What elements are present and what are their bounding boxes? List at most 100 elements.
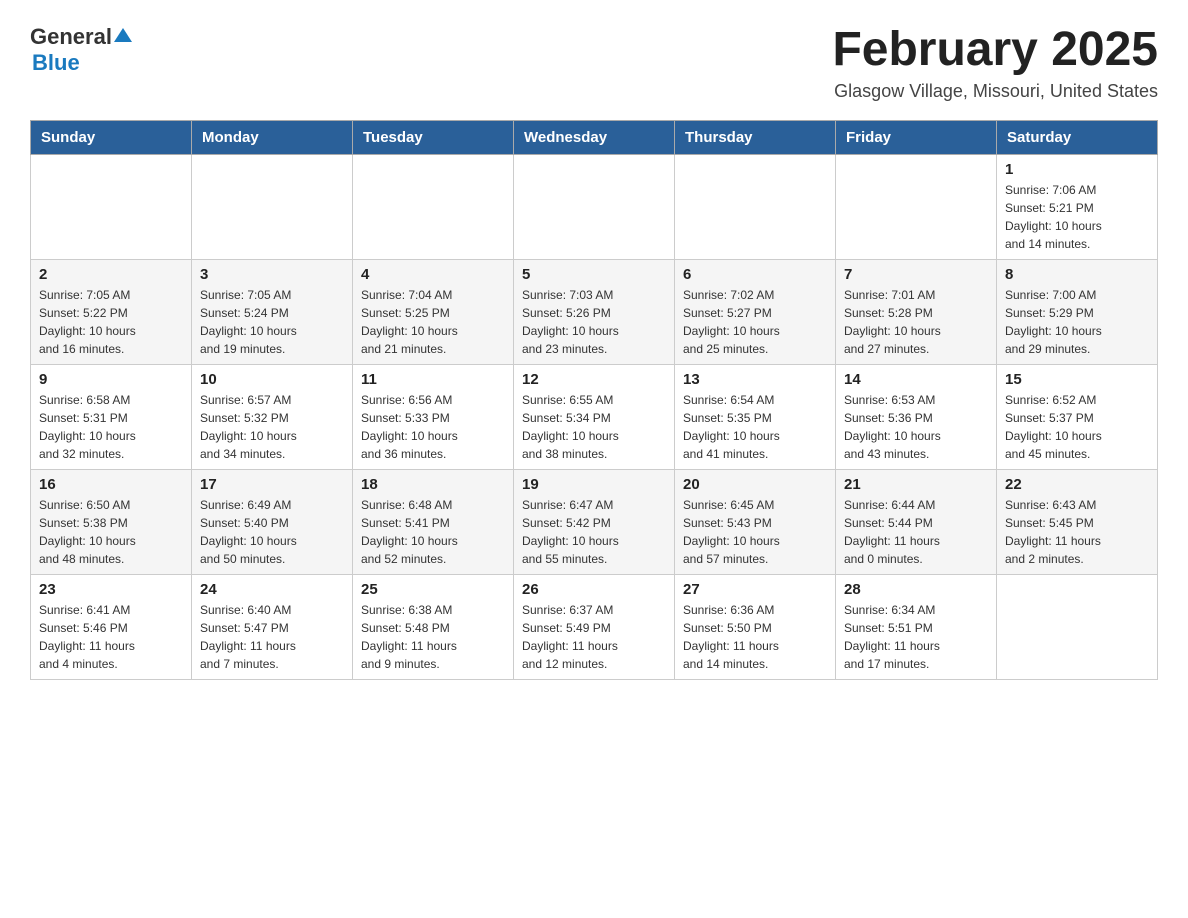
table-row	[192, 154, 353, 259]
day-number: 4	[361, 266, 505, 283]
logo-general-text: General	[30, 24, 112, 50]
day-number: 7	[844, 266, 988, 283]
table-row	[836, 154, 997, 259]
calendar-week-row: 23Sunrise: 6:41 AM Sunset: 5:46 PM Dayli…	[31, 574, 1158, 679]
day-number: 16	[39, 476, 183, 493]
table-row: 7Sunrise: 7:01 AM Sunset: 5:28 PM Daylig…	[836, 259, 997, 364]
table-row: 24 Sunrise: 6:40 AM Sunset: 5:47 PM Dayli…	[192, 574, 353, 679]
day-number: 28	[844, 581, 988, 598]
table-row: 18 Sunrise: 6:48 AM Sunset: 5:41 PM Dayli…	[353, 469, 514, 574]
day-info: Sunrise: 6:54 AM Sunset: 5:35 PM Dayligh…	[683, 391, 827, 463]
day-info: Sunrise: 6:44 AM Sunset: 5:44 PM Dayligh…	[844, 496, 988, 568]
day-info: Sunrise: 6:41 AM Sunset: 5:46 PM Dayligh…	[39, 601, 183, 673]
day-number: 20	[683, 476, 827, 493]
table-row	[353, 154, 514, 259]
table-row	[31, 154, 192, 259]
logo-blue-text: Blue	[32, 50, 80, 76]
table-row: 15 Sunrise: 6:52 AM Sunset: 5:37 PM Dayli…	[997, 364, 1158, 469]
day-number: 11	[361, 371, 505, 388]
table-row: 14Sunrise: 6:53 AM Sunset: 5:36 PM Dayli…	[836, 364, 997, 469]
day-number: 9	[39, 371, 183, 388]
table-row: 11 Sunrise: 6:56 AM Sunset: 5:33 PM Dayli…	[353, 364, 514, 469]
calendar-week-row: 16 Sunrise: 6:50 AM Sunset: 5:38 PM Dayli…	[31, 469, 1158, 574]
day-info: Sunrise: 6:38 AM Sunset: 5:48 PM Dayligh…	[361, 601, 505, 673]
day-number: 24	[200, 581, 344, 598]
day-number: 22	[1005, 476, 1149, 493]
day-info: Sunrise: 7:00 AM Sunset: 5:29 PM Dayligh…	[1005, 286, 1149, 358]
day-number: 8	[1005, 266, 1149, 283]
day-number: 19	[522, 476, 666, 493]
day-info: Sunrise: 7:06 AM Sunset: 5:21 PM Dayligh…	[1005, 181, 1149, 253]
day-info: Sunrise: 6:52 AM Sunset: 5:37 PM Dayligh…	[1005, 391, 1149, 463]
col-monday: Monday	[192, 120, 353, 154]
day-number: 3	[200, 266, 344, 283]
table-row	[997, 574, 1158, 679]
calendar-header-row: Sunday Monday Tuesday Wednesday Thursday…	[31, 120, 1158, 154]
table-row: 5 Sunrise: 7:03 AM Sunset: 5:26 PM Daylig…	[514, 259, 675, 364]
table-row: 8 Sunrise: 7:00 AM Sunset: 5:29 PM Daylig…	[997, 259, 1158, 364]
day-number: 21	[844, 476, 988, 493]
day-info: Sunrise: 6:40 AM Sunset: 5:47 PM Dayligh…	[200, 601, 344, 673]
day-info: Sunrise: 6:53 AM Sunset: 5:36 PM Dayligh…	[844, 391, 988, 463]
calendar-week-row: 9 Sunrise: 6:58 AM Sunset: 5:31 PM Daylig…	[31, 364, 1158, 469]
day-info: Sunrise: 6:43 AM Sunset: 5:45 PM Dayligh…	[1005, 496, 1149, 568]
day-info: Sunrise: 6:56 AM Sunset: 5:33 PM Dayligh…	[361, 391, 505, 463]
day-info: Sunrise: 7:05 AM Sunset: 5:22 PM Dayligh…	[39, 286, 183, 358]
table-row: 10 Sunrise: 6:57 AM Sunset: 5:32 PM Dayli…	[192, 364, 353, 469]
location-title: Glasgow Village, Missouri, United States	[832, 81, 1158, 102]
table-row	[675, 154, 836, 259]
calendar-week-row: 1 Sunrise: 7:06 AM Sunset: 5:21 PM Daylig…	[31, 154, 1158, 259]
day-info: Sunrise: 6:47 AM Sunset: 5:42 PM Dayligh…	[522, 496, 666, 568]
table-row: 26 Sunrise: 6:37 AM Sunset: 5:49 PM Dayli…	[514, 574, 675, 679]
table-row: 20 Sunrise: 6:45 AM Sunset: 5:43 PM Dayli…	[675, 469, 836, 574]
day-info: Sunrise: 7:03 AM Sunset: 5:26 PM Dayligh…	[522, 286, 666, 358]
col-saturday: Saturday	[997, 120, 1158, 154]
table-row: 12Sunrise: 6:55 AM Sunset: 5:34 PM Dayli…	[514, 364, 675, 469]
day-info: Sunrise: 7:05 AM Sunset: 5:24 PM Dayligh…	[200, 286, 344, 358]
day-number: 17	[200, 476, 344, 493]
day-info: Sunrise: 6:57 AM Sunset: 5:32 PM Dayligh…	[200, 391, 344, 463]
table-row: 23Sunrise: 6:41 AM Sunset: 5:46 PM Dayli…	[31, 574, 192, 679]
day-number: 25	[361, 581, 505, 598]
day-number: 18	[361, 476, 505, 493]
table-row: 3 Sunrise: 7:05 AM Sunset: 5:24 PM Daylig…	[192, 259, 353, 364]
day-number: 26	[522, 581, 666, 598]
day-info: Sunrise: 6:45 AM Sunset: 5:43 PM Dayligh…	[683, 496, 827, 568]
month-title: February 2025	[832, 24, 1158, 77]
table-row: 2 Sunrise: 7:05 AM Sunset: 5:22 PM Daylig…	[31, 259, 192, 364]
table-row: 28Sunrise: 6:34 AM Sunset: 5:51 PM Dayli…	[836, 574, 997, 679]
table-row: 17 Sunrise: 6:49 AM Sunset: 5:40 PM Dayli…	[192, 469, 353, 574]
col-tuesday: Tuesday	[353, 120, 514, 154]
day-info: Sunrise: 6:49 AM Sunset: 5:40 PM Dayligh…	[200, 496, 344, 568]
table-row: 16 Sunrise: 6:50 AM Sunset: 5:38 PM Dayli…	[31, 469, 192, 574]
day-number: 5	[522, 266, 666, 283]
col-friday: Friday	[836, 120, 997, 154]
day-info: Sunrise: 6:37 AM Sunset: 5:49 PM Dayligh…	[522, 601, 666, 673]
day-number: 12	[522, 371, 666, 388]
logo-triangle-icon	[114, 26, 132, 44]
day-number: 27	[683, 581, 827, 598]
day-number: 15	[1005, 371, 1149, 388]
day-info: Sunrise: 6:48 AM Sunset: 5:41 PM Dayligh…	[361, 496, 505, 568]
day-info: Sunrise: 7:04 AM Sunset: 5:25 PM Dayligh…	[361, 286, 505, 358]
day-number: 10	[200, 371, 344, 388]
table-row: 19 Sunrise: 6:47 AM Sunset: 5:42 PM Dayli…	[514, 469, 675, 574]
day-number: 1	[1005, 161, 1149, 178]
col-wednesday: Wednesday	[514, 120, 675, 154]
day-info: Sunrise: 6:58 AM Sunset: 5:31 PM Dayligh…	[39, 391, 183, 463]
calendar-table: Sunday Monday Tuesday Wednesday Thursday…	[30, 120, 1158, 680]
table-row: 27Sunrise: 6:36 AM Sunset: 5:50 PM Dayli…	[675, 574, 836, 679]
page-header: General Blue February 2025 Glasgow Villa…	[30, 24, 1158, 102]
logo: General Blue	[30, 24, 132, 76]
day-number: 13	[683, 371, 827, 388]
day-info: Sunrise: 7:02 AM Sunset: 5:27 PM Dayligh…	[683, 286, 827, 358]
col-thursday: Thursday	[675, 120, 836, 154]
table-row: 6Sunrise: 7:02 AM Sunset: 5:27 PM Daylig…	[675, 259, 836, 364]
calendar-week-row: 2 Sunrise: 7:05 AM Sunset: 5:22 PM Daylig…	[31, 259, 1158, 364]
table-row: 13 Sunrise: 6:54 AM Sunset: 5:35 PM Dayli…	[675, 364, 836, 469]
table-row: 4 Sunrise: 7:04 AM Sunset: 5:25 PM Daylig…	[353, 259, 514, 364]
day-info: Sunrise: 6:50 AM Sunset: 5:38 PM Dayligh…	[39, 496, 183, 568]
table-row: 25 Sunrise: 6:38 AM Sunset: 5:48 PM Dayli…	[353, 574, 514, 679]
day-number: 2	[39, 266, 183, 283]
col-sunday: Sunday	[31, 120, 192, 154]
